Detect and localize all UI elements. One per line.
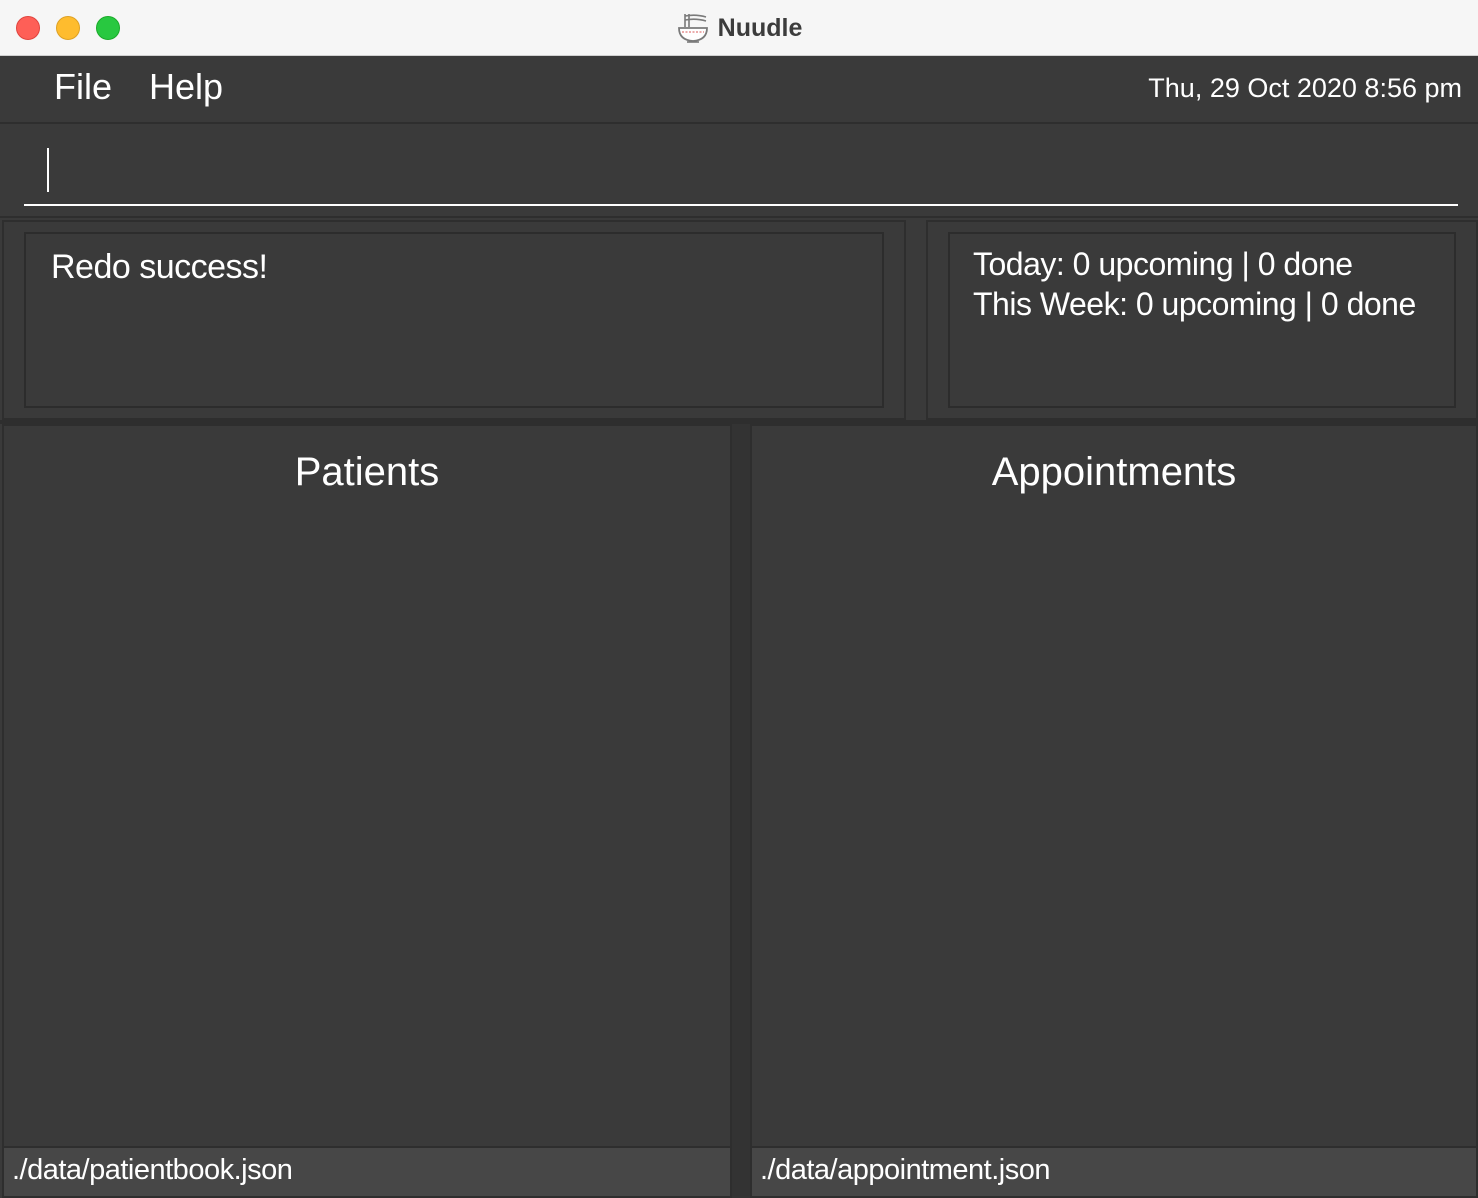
command-input[interactable] xyxy=(24,142,1458,206)
help-menu[interactable]: Help xyxy=(149,66,223,108)
datetime-display: Thu, 29 Oct 2020 8:56 pm xyxy=(1148,73,1462,103)
patients-status-bar: ./data/patientbook.json xyxy=(4,1146,730,1196)
noodle-bowl-icon xyxy=(677,14,708,43)
appointments-status-bar: ./data/appointment.json xyxy=(752,1146,1476,1196)
window-title: Nuudle xyxy=(717,13,803,42)
panel-divider xyxy=(732,424,750,1198)
stats-this-week: This Week: 0 upcoming | 0 done xyxy=(973,286,1416,322)
patients-panel: Patients ./data/patientbook.json xyxy=(2,424,732,1198)
appointments-file-path: ./data/appointment.json xyxy=(760,1154,1050,1186)
command-box xyxy=(0,124,1478,218)
app-window: Nuudle File Help Thu, 29 Oct 2020 8:56 p… xyxy=(0,0,1478,1198)
stats-today: Today: 0 upcoming | 0 done xyxy=(973,246,1353,282)
title-group: Nuudle xyxy=(0,0,1478,56)
file-menu[interactable]: File xyxy=(54,66,112,108)
appointments-panel: Appointments ./data/appointment.json xyxy=(750,424,1478,1198)
result-message: Redo success! xyxy=(51,248,268,286)
patients-file-path: ./data/patientbook.json xyxy=(12,1154,293,1186)
menu-bar: File Help Thu, 29 Oct 2020 8:56 pm xyxy=(0,56,1478,124)
title-bar[interactable]: Nuudle xyxy=(0,0,1478,56)
appointment-list[interactable] xyxy=(752,516,1476,1146)
text-cursor xyxy=(47,148,49,192)
appointments-panel-title: Appointments xyxy=(991,450,1237,494)
patients-panel-title: Patients xyxy=(294,450,440,494)
patient-list[interactable] xyxy=(4,516,730,1146)
